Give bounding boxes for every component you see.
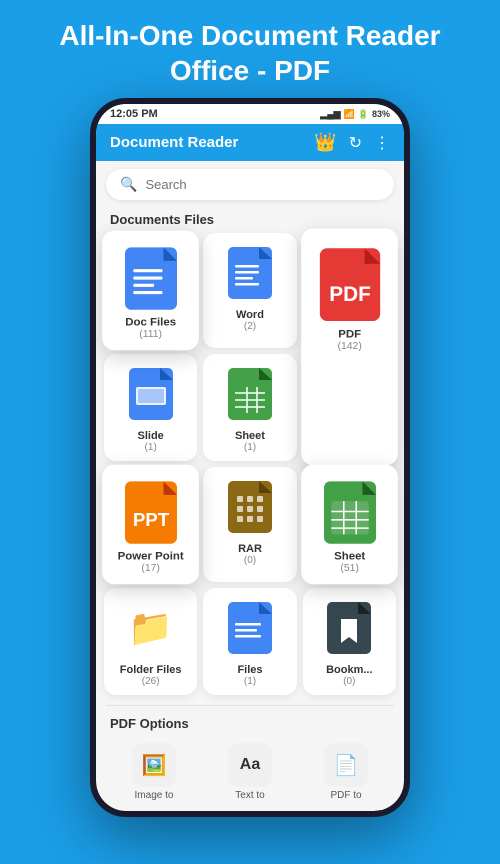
image-to-label: Image to (135, 790, 174, 801)
wifi-icon: 📶 (344, 109, 355, 120)
word-label: Word (236, 309, 264, 321)
rar-label: RAR (238, 543, 262, 555)
sheet-small-label: Sheet (235, 430, 265, 442)
doc-icon (124, 247, 178, 309)
slide-icon (125, 364, 177, 424)
pdf-card[interactable]: PDF PDF (142) (301, 228, 398, 465)
doc-files-card[interactable]: Doc Files (111) (102, 231, 199, 351)
folder-count: (26) (142, 676, 160, 687)
slide-label: Slide (138, 430, 164, 442)
signal-icon: ▂▄▆ (320, 109, 340, 120)
battery-icon: 🔋 (358, 109, 369, 120)
search-icon: 🔍 (120, 176, 137, 193)
app-bar: Document Reader 👑 ↻ ⋮ (96, 124, 404, 161)
crown-icon[interactable]: 👑 (314, 132, 336, 153)
refresh-icon[interactable]: ↻ (349, 133, 362, 153)
svg-text:PPT: PPT (132, 509, 169, 530)
text-to-option[interactable]: Aa Text to (228, 743, 272, 801)
powerpoint-card[interactable]: PPT Power Point (17) (102, 465, 199, 585)
status-bar: 12:05 PM ▂▄▆ 📶 🔋 83% (96, 104, 404, 124)
rar-card[interactable]: RAR (0) (203, 467, 296, 582)
sheet-small-count: (1) (244, 442, 256, 453)
bookmark-label: Bookm... (326, 664, 372, 676)
bookmark-icon (323, 598, 375, 658)
pdf-options-title: PDF Options (96, 712, 404, 737)
slide-count: (1) (145, 442, 157, 453)
folder-card[interactable]: 📁 Folder Files (26) (104, 588, 197, 695)
pdf-count: (142) (337, 341, 361, 352)
status-icons: ▂▄▆ 📶 🔋 83% (320, 109, 390, 120)
status-time: 12:05 PM (110, 108, 158, 120)
ppt-label: Power Point (118, 550, 184, 562)
battery-percent: 83% (372, 109, 390, 119)
files-icon (224, 598, 276, 658)
pdf-icon: PDF (318, 247, 380, 322)
pdf-to-option[interactable]: 📄 PDF to (324, 743, 368, 801)
ppt-count: (17) (141, 562, 160, 573)
document-grid: Doc Files (111) Word (2) (96, 233, 404, 703)
word-icon (224, 243, 276, 303)
sheet-large-label: Sheet (334, 550, 365, 562)
sheet-large-count: (51) (340, 562, 359, 573)
bookmark-card[interactable]: Bookm... (0) (303, 588, 396, 695)
text-to-icon: Aa (228, 743, 272, 787)
app-header: All-In-One Document Reader Office - PDF (0, 0, 500, 98)
phone-mockup: 12:05 PM ▂▄▆ 📶 🔋 83% Document Reader 👑 ↻… (90, 98, 410, 817)
word-card[interactable]: Word (2) (203, 233, 296, 348)
phone-screen: 12:05 PM ▂▄▆ 📶 🔋 83% Document Reader 👑 ↻… (96, 104, 404, 811)
pdf-to-label: PDF to (330, 790, 361, 801)
files-count: (1) (244, 676, 256, 687)
doc-files-count: (111) (139, 328, 162, 339)
folder-icon: 📁 (125, 598, 177, 658)
sheet-small-icon (224, 364, 276, 424)
image-to-option[interactable]: 🖼️ Image to (132, 743, 176, 801)
search-input[interactable] (145, 177, 380, 192)
ppt-icon: PPT (124, 481, 178, 543)
svg-text:PDF: PDF (329, 283, 371, 306)
app-title: Document Reader (110, 134, 238, 151)
pdf-to-icon: 📄 (324, 743, 368, 787)
sheet-large-card[interactable]: Sheet (51) (301, 465, 398, 585)
image-to-icon: 🖼️ (132, 743, 176, 787)
word-count: (2) (244, 321, 256, 332)
rar-count: (0) (244, 555, 256, 566)
sheet-small-card[interactable]: Sheet (1) (203, 354, 296, 461)
files-card[interactable]: Files (1) (203, 588, 296, 695)
bookmark-count: (0) (343, 676, 355, 687)
more-icon[interactable]: ⋮ (374, 133, 390, 153)
doc-files-label: Doc Files (125, 316, 176, 328)
text-to-label: Text to (235, 790, 264, 801)
rar-icon (224, 477, 276, 537)
sheet-large-icon (322, 481, 376, 543)
folder-label: Folder Files (120, 664, 182, 676)
search-bar[interactable]: 🔍 (106, 169, 394, 200)
slide-card[interactable]: Slide (1) (104, 354, 197, 461)
app-bar-icons: 👑 ↻ ⋮ (314, 132, 390, 153)
pdf-options-row: 🖼️ Image to Aa Text to 📄 PDF to (96, 743, 404, 811)
pdf-label: PDF (338, 328, 361, 340)
section-divider (106, 705, 394, 706)
files-label: Files (237, 664, 262, 676)
